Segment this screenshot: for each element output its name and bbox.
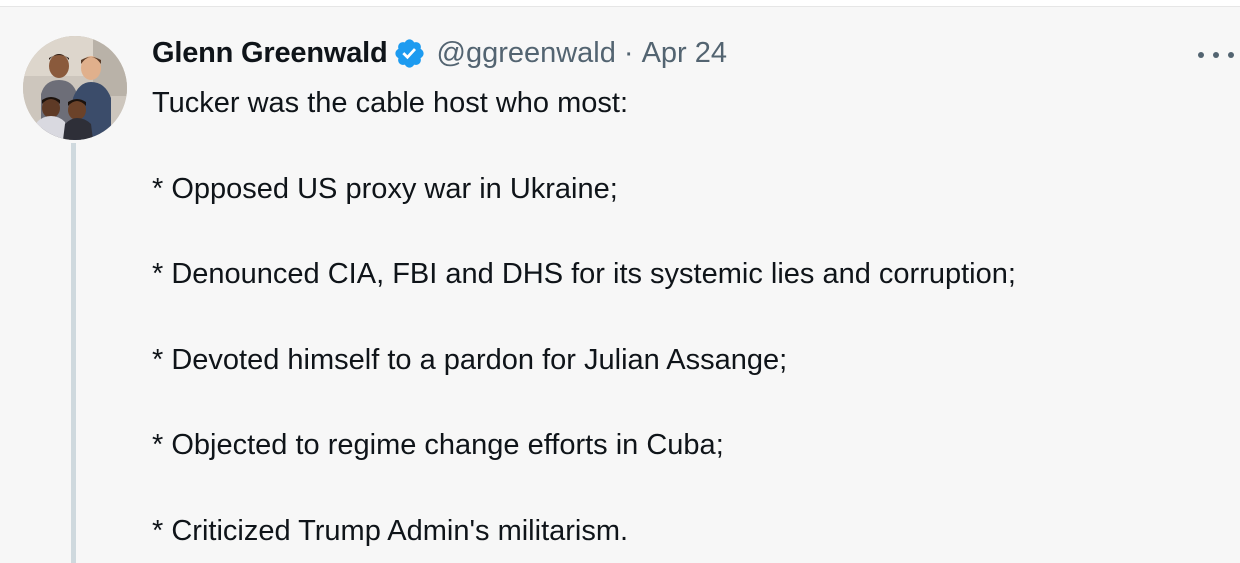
tweet-point: * Objected to regime change efforts in C… <box>152 429 724 462</box>
author-name[interactable]: Glenn Greenwald <box>152 37 388 70</box>
avatar-photo <box>23 36 127 140</box>
tweet-header: Glenn Greenwald @ggreenwald · Apr 24 <box>152 33 727 73</box>
more-options-icon[interactable] <box>1198 43 1234 67</box>
verified-badge-icon <box>393 37 426 70</box>
tweet-point: * Criticized Trump Admin's militarism. <box>152 514 629 547</box>
more-dot <box>1228 52 1234 58</box>
more-dot <box>1213 52 1219 58</box>
tweet-card[interactable]: Glenn Greenwald @ggreenwald · Apr 24 Tuc… <box>0 7 1240 563</box>
tweet-point: * Opposed US proxy war in Ukraine; <box>152 172 618 205</box>
meta-separator: · <box>623 36 634 69</box>
tweet-point: * Devoted himself to a pardon for Julian… <box>152 343 788 376</box>
tweet-intro: Tucker was the cable host who most: <box>152 87 629 119</box>
tweet-body: Tucker was the cable host who most: * Op… <box>152 82 1222 553</box>
more-dot <box>1198 52 1204 58</box>
top-divider <box>0 0 1240 7</box>
tweet-date[interactable]: Apr 24 <box>642 37 727 70</box>
thread-connector-line <box>71 143 76 563</box>
avatar[interactable] <box>23 36 127 140</box>
tweet-point: * Denounced CIA, FBI and DHS for its sys… <box>152 258 1016 291</box>
author-handle[interactable]: @ggreenwald <box>437 37 616 70</box>
